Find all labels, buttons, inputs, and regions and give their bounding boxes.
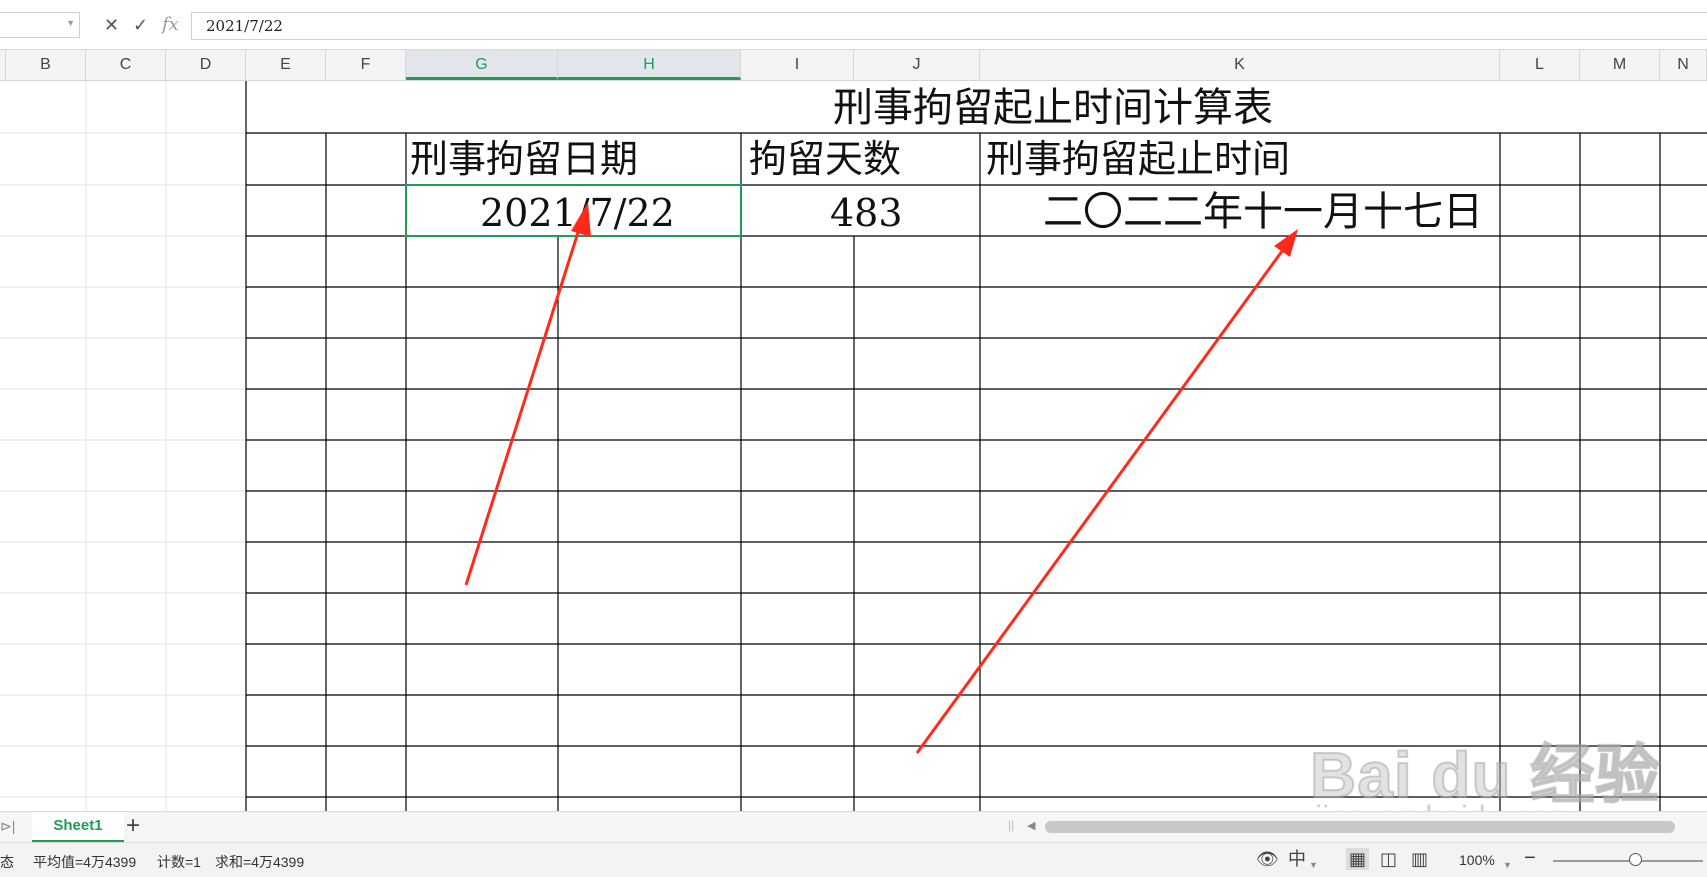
column-header-d[interactable]: D bbox=[166, 50, 246, 80]
column-header-c[interactable]: C bbox=[86, 50, 166, 80]
baidu-watermark-url: jingyan.baidu.com bbox=[1315, 799, 1573, 811]
sheet-tab-bar: ⊳| Sheet1 + || ◀ bbox=[0, 811, 1707, 842]
column-header-l[interactable]: L bbox=[1500, 50, 1580, 80]
column-header-e[interactable]: E bbox=[246, 50, 326, 80]
add-sheet-button[interactable]: + bbox=[126, 813, 140, 839]
red-arrow-to-date bbox=[464, 202, 591, 586]
check-icon[interactable]: ✓ bbox=[133, 14, 148, 36]
column-header-i[interactable]: I bbox=[741, 50, 854, 80]
red-arrow-to-range bbox=[915, 229, 1298, 754]
horizontal-scrollbar[interactable] bbox=[1045, 821, 1675, 833]
scroll-left-icon[interactable]: ◀ bbox=[1027, 819, 1035, 832]
status-mode: 态 bbox=[0, 854, 14, 870]
formula-input[interactable]: 2021/7/22 bbox=[191, 12, 1707, 40]
column-header-n[interactable]: N bbox=[1660, 50, 1707, 80]
scroll-grip-icon[interactable]: || bbox=[1008, 818, 1014, 832]
normal-view-icon[interactable]: ▦ bbox=[1346, 848, 1370, 870]
name-box[interactable]: ▼ bbox=[0, 12, 80, 38]
spreadsheet-grid[interactable]: 刑事拘留起止时间计算表 刑事拘留日期 拘留天数 刑事拘留起止时间 2021/7/… bbox=[0, 81, 1707, 811]
column-header-b[interactable]: B bbox=[6, 50, 86, 80]
chevron-down-icon[interactable]: ▼ bbox=[1503, 854, 1512, 876]
zoom-slider-track[interactable] bbox=[1553, 860, 1703, 862]
chevron-down-icon[interactable]: ▼ bbox=[1309, 854, 1318, 876]
status-sum[interactable]: 求和=4万4399 bbox=[215, 852, 304, 872]
eye-protection-icon[interactable]: 👁 bbox=[1256, 848, 1279, 870]
status-bar: 态 平均值=4万4399 计数=1 求和=4万4399 👁 中 ▼ ▦ ◫ ▥ … bbox=[0, 842, 1707, 877]
column-header-f[interactable]: F bbox=[326, 50, 406, 80]
close-icon[interactable]: ✕ bbox=[104, 14, 119, 36]
baidu-watermark-logo: Bai du 经验 bbox=[1309, 738, 1661, 811]
formula-bar: ▼ ✕ ✓ fx 2021/7/22 bbox=[0, 0, 1707, 50]
last-sheet-nav-icon[interactable]: ⊳| bbox=[0, 818, 15, 835]
annotation-arrows bbox=[464, 202, 1298, 754]
page-layout-view-icon[interactable]: ◫ bbox=[1380, 848, 1397, 870]
column-header-m[interactable]: M bbox=[1580, 50, 1660, 80]
status-count[interactable]: 计数=1 bbox=[157, 852, 201, 872]
column-header-j[interactable]: J bbox=[854, 50, 980, 80]
sheet-tab-sheet1[interactable]: Sheet1 bbox=[32, 812, 124, 842]
chevron-down-icon[interactable]: ▼ bbox=[66, 18, 75, 28]
column-header-row: B C D E F G H I J K L M N bbox=[0, 50, 1707, 81]
zoom-level[interactable]: 100% bbox=[1459, 852, 1495, 868]
input-method-icon[interactable]: 中 bbox=[1288, 848, 1306, 870]
status-average[interactable]: 平均值=4万4399 bbox=[33, 852, 136, 872]
column-header-g[interactable]: G bbox=[406, 50, 558, 80]
page-break-view-icon[interactable]: ▥ bbox=[1411, 848, 1428, 870]
column-header-h[interactable]: H bbox=[558, 50, 741, 80]
zoom-out-button[interactable]: − bbox=[1524, 847, 1536, 870]
column-header-k[interactable]: K bbox=[980, 50, 1500, 80]
fx-icon[interactable]: fx bbox=[162, 14, 179, 36]
zoom-slider-thumb[interactable] bbox=[1629, 853, 1642, 866]
